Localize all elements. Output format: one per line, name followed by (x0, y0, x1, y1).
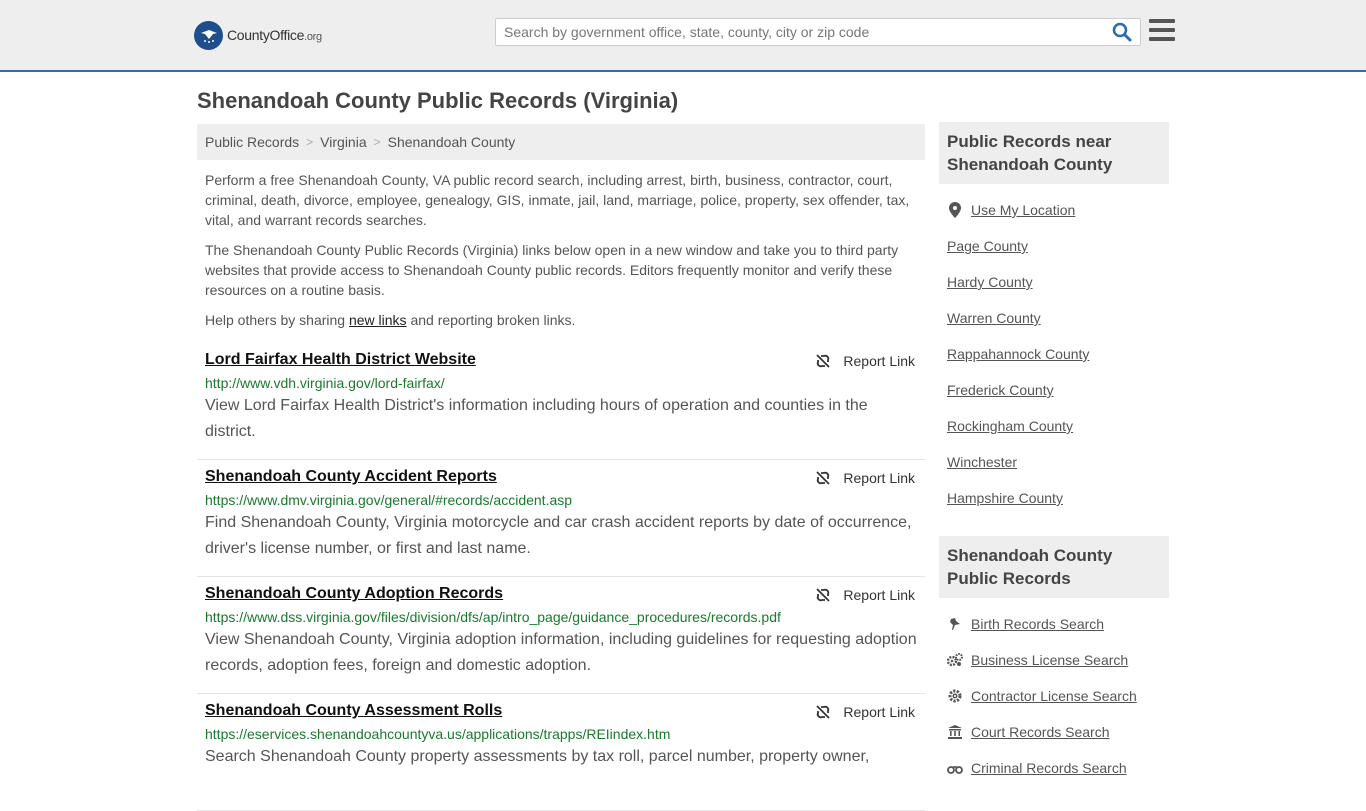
contractor-license-item[interactable]: Contractor License Search (947, 678, 1161, 714)
handcuffs-icon (947, 760, 963, 776)
broken-link-icon (816, 471, 831, 485)
record-description: Find Shenandoah County, Virginia motorcy… (205, 514, 912, 557)
record-url[interactable]: https://www.dss.virginia.gov/files/divis… (205, 609, 917, 625)
criminal-records-link[interactable]: Criminal Records Search (971, 760, 1127, 776)
nearby-county-item[interactable]: Winchester (947, 444, 1161, 480)
court-records-item[interactable]: Court Records Search (947, 714, 1161, 750)
nearby-county-link[interactable]: Page County (947, 238, 1028, 254)
report-link-button[interactable]: Report Link (815, 470, 915, 486)
search-box (495, 18, 1141, 46)
record-title-link[interactable]: Shenandoah County Accident Reports (205, 468, 497, 486)
broken-link-icon (816, 705, 831, 719)
search-input[interactable] (496, 19, 1106, 45)
birth-records-item[interactable]: Birth Records Search (947, 606, 1161, 642)
record-url[interactable]: https://eservices.shenandoahcountyva.us/… (205, 726, 917, 742)
sidebar: Public Records near Shenandoah County Us… (939, 122, 1169, 806)
nearby-county-link[interactable]: Rappahannock County (947, 346, 1089, 362)
intro-paragraph-1: Perform a free Shenandoah County, VA pub… (205, 172, 910, 228)
nearby-county-link[interactable]: Warren County (947, 310, 1041, 326)
report-link-button[interactable]: Report Link (815, 587, 915, 603)
nearby-county-link[interactable]: Hardy County (947, 274, 1033, 290)
stork-icon (947, 616, 963, 632)
search-button[interactable] (1112, 22, 1134, 42)
record-title-link[interactable]: Lord Fairfax Health District Website (205, 351, 476, 369)
nearby-county-item[interactable]: Hampshire County (947, 480, 1161, 516)
search-icon (1112, 22, 1132, 42)
breadcrumb-separator: > (373, 135, 381, 149)
site-logo[interactable]: CountyOffice.org (194, 20, 322, 50)
criminal-records-item[interactable]: Criminal Records Search (947, 750, 1161, 786)
business-license-item[interactable]: Business License Search (947, 642, 1161, 678)
record-item: Shenandoah County Assessment Rolls Repor… (197, 694, 925, 811)
breadcrumb-separator: > (306, 135, 314, 149)
use-my-location-link[interactable]: Use My Location (971, 202, 1075, 218)
intro-paragraph-2: The Shenandoah County Public Records (Vi… (205, 242, 899, 298)
courthouse-icon (947, 724, 963, 740)
nearby-county-item[interactable]: Page County (947, 228, 1161, 264)
gears-icon (947, 652, 963, 668)
record-description: View Shenandoah County, Virginia adoptio… (205, 631, 917, 674)
breadcrumb-current: Shenandoah County (387, 134, 516, 150)
nearby-county-link[interactable]: Hampshire County (947, 490, 1063, 506)
broken-link-icon (816, 588, 831, 602)
use-my-location-item[interactable]: Use My Location (947, 192, 1161, 228)
logo-text: CountyOffice.org (227, 27, 322, 43)
record-item: Shenandoah County Accident Reports Repor… (197, 460, 925, 577)
nearby-county-link[interactable]: Frederick County (947, 382, 1054, 398)
page-title: Shenandoah County Public Records (Virgin… (197, 88, 679, 113)
records-list: Lord Fairfax Health District Website Rep… (197, 343, 925, 811)
nearby-county-item[interactable]: Frederick County (947, 372, 1161, 408)
new-links-link[interactable]: new links (349, 312, 407, 328)
record-title-link[interactable]: Shenandoah County Adoption Records (205, 585, 503, 603)
nearby-county-item[interactable]: Hardy County (947, 264, 1161, 300)
record-item: Shenandoah County Adoption Records Repor… (197, 577, 925, 694)
menu-icon[interactable] (1149, 19, 1175, 43)
breadcrumb-virginia[interactable]: Virginia (320, 134, 366, 150)
nearby-records-heading: Public Records near Shenandoah County (939, 122, 1169, 184)
nearby-county-item[interactable]: Rockingham County (947, 408, 1161, 444)
business-license-link[interactable]: Business License Search (971, 652, 1128, 668)
broken-link-icon (816, 354, 831, 368)
intro-paragraph-3: Help others by sharing new links and rep… (205, 312, 576, 328)
contractor-license-link[interactable]: Contractor License Search (971, 688, 1137, 704)
breadcrumb-public-records[interactable]: Public Records (205, 134, 299, 150)
record-description: Search Shenandoah County property assess… (205, 748, 870, 765)
county-records-list: Birth Records Search Business License Se… (939, 598, 1169, 806)
nearby-county-item[interactable]: Warren County (947, 300, 1161, 336)
eagle-seal-icon (194, 20, 223, 50)
birth-records-link[interactable]: Birth Records Search (971, 616, 1104, 632)
intro-text: Perform a free Shenandoah County, VA pub… (205, 170, 921, 340)
record-description: View Lord Fairfax Health District's info… (205, 397, 868, 440)
map-marker-icon (947, 202, 963, 218)
court-records-link[interactable]: Court Records Search (971, 724, 1110, 740)
nearby-county-item[interactable]: Rappahannock County (947, 336, 1161, 372)
nearby-records-list: Use My Location Page County Hardy County… (939, 184, 1169, 536)
record-title-link[interactable]: Shenandoah County Assessment Rolls (205, 702, 502, 720)
nearby-county-link[interactable]: Rockingham County (947, 418, 1073, 434)
record-item: Lord Fairfax Health District Website Rep… (197, 343, 925, 460)
nearby-county-link[interactable]: Winchester (947, 454, 1017, 470)
gear-icon (947, 688, 963, 704)
top-bar: CountyOffice.org (0, 0, 1366, 72)
breadcrumb: Public Records > Virginia > Shenandoah C… (197, 124, 925, 160)
county-records-heading: Shenandoah County Public Records (939, 536, 1169, 598)
report-link-button[interactable]: Report Link (815, 353, 915, 369)
record-url[interactable]: https://www.dmv.virginia.gov/general/#re… (205, 492, 917, 508)
record-url[interactable]: http://www.vdh.virginia.gov/lord-fairfax… (205, 375, 917, 391)
report-link-button[interactable]: Report Link (815, 704, 915, 720)
